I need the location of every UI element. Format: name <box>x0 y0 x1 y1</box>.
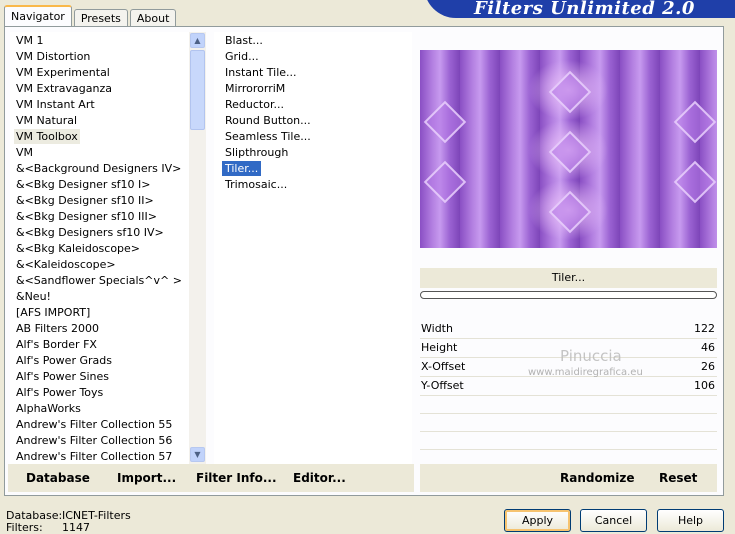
category-item[interactable]: Alf's Power Toys <box>14 385 105 400</box>
category-item[interactable]: Andrew's Filter Collection 56 <box>14 433 174 448</box>
category-scrollbar[interactable]: ▲ ▼ <box>189 32 206 464</box>
category-item[interactable]: &<Kaleidoscope> <box>14 257 118 272</box>
filter-item[interactable]: Reductor... <box>222 97 287 112</box>
category-item[interactable]: Alf's Power Sines <box>14 369 111 384</box>
filter-item[interactable]: Trimosaic... <box>222 177 290 192</box>
category-item[interactable]: [AFS IMPORT] <box>14 305 92 320</box>
preview-pattern-tile <box>548 190 592 234</box>
category-item[interactable]: &<Bkg Designer sf10 III> <box>14 209 159 224</box>
category-list[interactable]: VM 1 VM Distortion VM Experimental VM Extra… <box>10 32 206 464</box>
tab-navigator[interactable]: Navigator <box>4 5 72 27</box>
filter-list[interactable]: Blast... Grid... Instant Tile... Mirrororri… <box>214 32 412 464</box>
preview-toolbar: Randomize Reset <box>420 464 717 492</box>
category-item[interactable]: VM Toolbox <box>14 129 80 144</box>
category-item[interactable]: Alf's Power Grads <box>14 353 114 368</box>
category-item[interactable]: VM Experimental <box>14 65 112 80</box>
preview-pattern-tile <box>548 70 592 114</box>
watermark-name: Pinuccia <box>560 347 622 365</box>
param-name: X-Offset <box>421 360 466 373</box>
category-item[interactable]: &<Sandflower Specials^v^ > <box>14 273 184 288</box>
category-item[interactable]: &<Bkg Designers sf10 IV> <box>14 225 166 240</box>
param-row-empty <box>420 396 717 414</box>
database-button[interactable]: Database <box>26 470 90 486</box>
filter-item[interactable]: Instant Tile... <box>222 65 300 80</box>
preview-image <box>420 50 717 248</box>
category-item[interactable]: VM 1 <box>14 33 46 48</box>
filter-item[interactable]: Blast... <box>222 33 266 48</box>
filter-item[interactable]: Tiler... <box>222 161 262 176</box>
apply-button[interactable]: Apply <box>504 509 571 532</box>
category-item[interactable]: VM Distortion <box>14 49 92 64</box>
param-row-empty <box>420 432 717 450</box>
list-toolbar: Database Import... Filter Info... Editor… <box>8 464 414 492</box>
param-value: 26 <box>701 360 715 373</box>
category-item[interactable]: AB Filters 2000 <box>14 321 101 336</box>
editor-button[interactable]: Editor... <box>293 470 346 486</box>
watermark-site: www.maidiregrafica.eu <box>528 367 643 378</box>
preview-pattern-tile <box>423 160 467 204</box>
param-name: Width <box>421 322 453 335</box>
preview-pattern-tile <box>423 100 467 144</box>
category-item[interactable]: VM Natural <box>14 113 79 128</box>
category-item[interactable]: VM Extravaganza <box>14 81 114 96</box>
category-item[interactable]: &<Bkg Designer sf10 I> <box>14 177 153 192</box>
filter-item[interactable]: Seamless Tile... <box>222 129 314 144</box>
param-name: Height <box>421 341 458 354</box>
status-filters: Filters: 1147 <box>6 521 90 534</box>
filter-item[interactable]: Round Button... <box>222 113 314 128</box>
category-item[interactable]: &<Background Designers IV> <box>14 161 183 176</box>
category-item[interactable]: VM <box>14 145 35 160</box>
help-button[interactable]: Help <box>657 509 724 532</box>
category-item[interactable]: Alf's Border FX <box>14 337 99 352</box>
preview-pattern-tile <box>673 160 717 204</box>
category-item[interactable]: AlphaWorks <box>14 401 83 416</box>
tab-strip: Navigator Presets About <box>4 5 178 27</box>
param-row-empty <box>420 414 717 432</box>
parameter-panel: Width 122 Height 46 X-Offset 26 Y-Offset… <box>420 320 717 468</box>
filter-item[interactable]: Grid... <box>222 49 262 64</box>
filter-item[interactable]: MirrororriM <box>222 81 288 96</box>
scroll-up-button[interactable]: ▲ <box>190 33 205 48</box>
preview-pattern-tile <box>548 130 592 174</box>
filter-item[interactable]: Slipthrough <box>222 145 291 160</box>
scroll-down-button[interactable]: ▼ <box>190 447 205 462</box>
preview-filter-name: Tiler... <box>420 268 717 288</box>
preview-pattern-tile <box>673 100 717 144</box>
cancel-button[interactable]: Cancel <box>580 509 647 532</box>
status-filters-label: Filters: <box>6 521 43 534</box>
param-row-width[interactable]: Width 122 <box>420 320 717 339</box>
category-item[interactable]: &<Bkg Kaleidoscope> <box>14 241 142 256</box>
filter-info-button[interactable]: Filter Info... <box>196 470 277 486</box>
param-row-y-offset[interactable]: Y-Offset 106 <box>420 377 717 396</box>
category-item[interactable]: &<Bkg Designer sf10 II> <box>14 193 156 208</box>
category-item[interactable]: Andrew's Filter Collection 55 <box>14 417 174 432</box>
category-item[interactable]: &Neu! <box>14 289 53 304</box>
import-button[interactable]: Import... <box>117 470 176 486</box>
param-value: 46 <box>701 341 715 354</box>
banner-title: Filters Unlimited 2.0 <box>474 0 695 19</box>
progress-bar <box>420 291 717 299</box>
scroll-thumb[interactable] <box>190 50 205 130</box>
tab-presets[interactable]: Presets <box>73 9 128 27</box>
category-item[interactable]: VM Instant Art <box>14 97 97 112</box>
tab-about[interactable]: About <box>129 9 177 27</box>
reset-button[interactable]: Reset <box>659 470 697 486</box>
param-value: 122 <box>694 322 715 335</box>
status-filters-value: 1147 <box>62 521 90 534</box>
param-value: 106 <box>694 379 715 392</box>
randomize-button[interactable]: Randomize <box>560 470 634 486</box>
param-name: Y-Offset <box>421 379 464 392</box>
category-item[interactable]: Andrew's Filter Collection 57 <box>14 449 174 464</box>
